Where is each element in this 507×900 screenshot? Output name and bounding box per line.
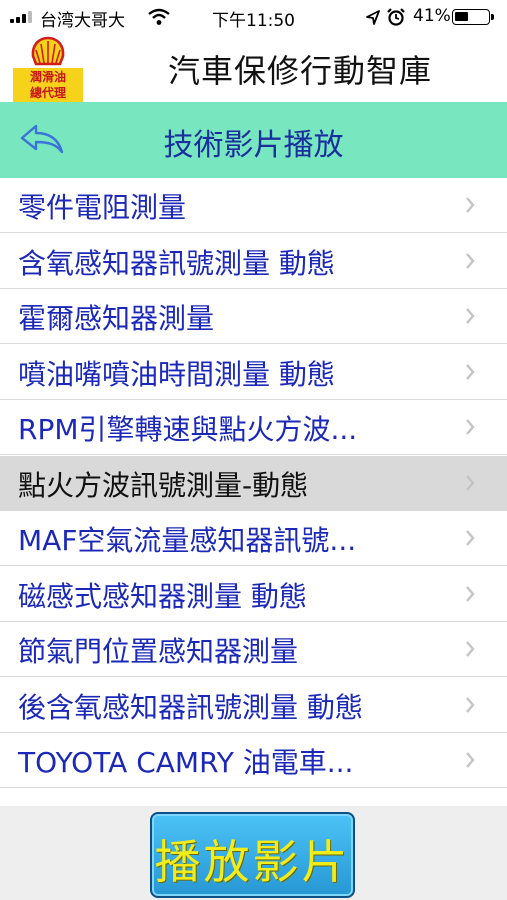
- play-video-label: 播放影片: [154, 835, 351, 889]
- list-item[interactable]: 含氧感知器訊號測量 動態: [0, 233, 507, 289]
- list-item[interactable]: RPM引擎轉速與點火方波...: [0, 400, 507, 455]
- chevron-right-icon: [466, 363, 475, 380]
- list-item[interactable]: MAF空氣流量感知器訊號...: [0, 511, 507, 566]
- shell-logo-icon: 潤滑油 總代理: [13, 36, 83, 102]
- chevron-right-icon: [466, 197, 475, 213]
- shell-emblem: [31, 36, 65, 66]
- play-video-button[interactable]: 播放影片: [150, 812, 355, 898]
- list-item[interactable]: TOYOTA CAMRY 油電車...: [0, 733, 507, 788]
- chevron-right-icon: [466, 308, 475, 324]
- list-item-label: 零件電阻測量: [18, 191, 187, 224]
- battery-icon: [452, 9, 494, 25]
- list-item-label: 噴油嘴噴油時間測量 動態: [18, 357, 335, 391]
- list-item-label: 霍爾感知器測量: [18, 302, 215, 335]
- list-item-label: 後含氧感知器訊號測量 動態: [18, 690, 363, 724]
- chevron-right-icon: [466, 474, 475, 491]
- nav-title: 技術影片播放: [163, 128, 344, 163]
- list-item[interactable]: 點火方波訊號測量-動態: [0, 455, 507, 511]
- list-item-label: RPM引擎轉速與點火方波...: [18, 413, 358, 446]
- chevron-right-icon: [466, 641, 475, 657]
- list-item[interactable]: 後含氧感知器訊號測量 動態: [0, 677, 507, 733]
- chevron-right-icon: [466, 696, 475, 713]
- chevron-right-icon: [466, 530, 475, 546]
- chevron-right-icon: [466, 252, 475, 269]
- app-title: 汽車保修行動智庫: [167, 52, 432, 90]
- logo-badge: 潤滑油 總代理: [13, 68, 83, 102]
- list-item[interactable]: 節氣門位置感知器測量: [0, 622, 507, 677]
- video-list[interactable]: 零件電阻測量含氧感知器訊號測量 動態 霍爾感知器測量噴油嘴噴油時間測量 動態 RPM…: [0, 178, 507, 806]
- status-time: 下午11:50: [212, 11, 295, 31]
- alarm-icon: [387, 8, 405, 26]
- list-item[interactable]: 霍爾感知器測量: [0, 289, 507, 344]
- list-item[interactable]: 磁感式感知器測量 動態: [0, 566, 507, 622]
- status-bar: 台湾大哥大 下午11:50 41%: [0, 0, 507, 34]
- signal-icon: [10, 11, 38, 23]
- battery-percent: 41%: [413, 6, 451, 26]
- list-item-label: 磁感式感知器測量 動態: [18, 579, 307, 613]
- nav-bar: 技術影片播放: [0, 102, 507, 178]
- list-item-label: 含氧感知器訊號測量 動態: [18, 246, 335, 280]
- list-item[interactable]: 零件電阻測量: [0, 178, 507, 233]
- chevron-right-icon: [466, 752, 475, 768]
- list-item-label: 節氣門位置感知器測量: [18, 635, 299, 668]
- list-item[interactable]: 噴油嘴噴油時間測量 動態: [0, 344, 507, 400]
- app-header: 潤滑油 總代理 汽車保修行動智庫: [0, 34, 507, 102]
- list-item-label: TOYOTA CAMRY 油電車...: [18, 746, 354, 779]
- logo-text-line1: 潤滑油: [29, 70, 66, 84]
- bottom-bar: 播放影片: [0, 806, 507, 900]
- location-icon: [366, 10, 380, 25]
- wifi-icon: [148, 8, 170, 25]
- list-item-label: MAF空氣流量感知器訊號...: [18, 524, 357, 557]
- list-item-label: 點火方波訊號測量-動態: [18, 468, 309, 502]
- chevron-right-icon: [466, 419, 475, 435]
- logo-text-line2: 總代理: [29, 86, 66, 100]
- chevron-right-icon: [466, 585, 475, 602]
- list-item-partial[interactable]: [0, 788, 507, 806]
- carrier-name: 台湾大哥大: [40, 11, 125, 31]
